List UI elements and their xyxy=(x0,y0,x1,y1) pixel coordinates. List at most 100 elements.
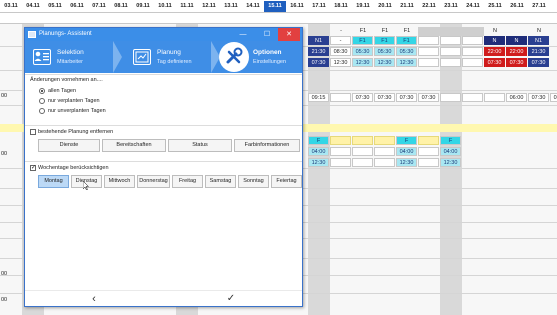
weekday-mittwoch[interactable]: Mittwoch xyxy=(104,175,135,188)
weekday-checkbox[interactable]: ✓ xyxy=(30,165,36,171)
date-header[interactable]: 23.11 xyxy=(440,1,462,12)
schedule-cell[interactable]: 07:30 xyxy=(528,93,549,102)
date-header[interactable]: 04.11 xyxy=(22,1,44,12)
date-header[interactable]: 24.11 xyxy=(462,1,484,12)
weekday-sonntag[interactable]: Sonntag xyxy=(238,175,269,188)
weekday-donnerstag[interactable]: Donnerstag xyxy=(137,175,170,188)
date-header[interactable]: 20.11 xyxy=(374,1,396,12)
weekday-feiertag[interactable]: Feiertag xyxy=(271,175,302,188)
schedule-cell[interactable]: F1 xyxy=(374,36,395,45)
radio-all-days-label[interactable]: allen Tagen xyxy=(48,88,76,94)
date-header[interactable]: 21.11 xyxy=(396,1,418,12)
date-header[interactable]: 07.11 xyxy=(88,1,110,12)
radio-unplanned-days[interactable] xyxy=(39,108,45,114)
schedule-cell[interactable]: 07:30 xyxy=(484,58,505,67)
date-header[interactable]: 13.11 xyxy=(220,1,242,12)
date-header[interactable]: 09.11 xyxy=(132,1,154,12)
radio-planned-days[interactable] xyxy=(39,98,45,104)
date-header[interactable]: 08.11 xyxy=(110,1,132,12)
schedule-cell[interactable] xyxy=(462,36,483,45)
date-header[interactable]: 19.11 xyxy=(352,1,374,12)
schedule-cell[interactable]: 07:30 xyxy=(352,93,373,102)
schedule-cell[interactable] xyxy=(352,136,373,145)
schedule-cell[interactable]: N xyxy=(506,36,527,45)
weekday-samstag[interactable]: Samstag xyxy=(205,175,236,188)
weekday-label[interactable]: Wochentage berücksichtigen xyxy=(38,165,109,171)
back-button[interactable]: ‹ xyxy=(87,292,101,306)
schedule-cell[interactable]: 07:30 xyxy=(308,58,329,67)
schedule-cell[interactable] xyxy=(462,58,483,67)
schedule-cell[interactable] xyxy=(484,93,505,102)
schedule-cell[interactable]: F1 xyxy=(396,36,417,45)
option-status[interactable]: Status xyxy=(168,139,232,152)
date-header[interactable]: 03.11 xyxy=(0,1,22,12)
remove-plan-checkbox[interactable] xyxy=(30,129,36,135)
schedule-cell[interactable]: N1 xyxy=(528,36,549,45)
schedule-cell[interactable] xyxy=(330,93,351,102)
schedule-cell[interactable]: 12:30 xyxy=(308,158,329,167)
date-header[interactable]: 06.11 xyxy=(66,1,88,12)
schedule-cell[interactable]: 05:30 xyxy=(352,47,373,56)
schedule-cell[interactable] xyxy=(418,158,439,167)
schedule-cell[interactable] xyxy=(418,147,439,156)
date-header[interactable]: 17.11 xyxy=(308,1,330,12)
option-dienste[interactable]: Dienste xyxy=(38,139,100,152)
date-header[interactable]: 10.11 xyxy=(154,1,176,12)
maximize-button[interactable]: ☐ xyxy=(256,28,278,41)
schedule-cell[interactable] xyxy=(462,93,483,102)
date-header[interactable]: 15.11 xyxy=(264,1,286,12)
radio-all-days[interactable] xyxy=(39,88,45,94)
schedule-cell[interactable]: 22:00 xyxy=(506,47,527,56)
schedule-cell[interactable]: F xyxy=(308,136,329,145)
schedule-cell[interactable]: 22:00 xyxy=(484,47,505,56)
schedule-cell[interactable]: 04:00 xyxy=(440,147,461,156)
step-planung[interactable]: Planung Tag definieren xyxy=(125,41,220,73)
option-farbinformationen[interactable]: Farbinformationen xyxy=(234,139,300,152)
schedule-cell[interactable]: 04:00 xyxy=(396,147,417,156)
option-bereitschaften[interactable]: Bereitschaften xyxy=(102,139,166,152)
schedule-cell[interactable] xyxy=(440,47,461,56)
schedule-cell[interactable] xyxy=(418,58,439,67)
schedule-cell[interactable] xyxy=(330,158,351,167)
schedule-cell[interactable] xyxy=(440,58,461,67)
schedule-cell[interactable] xyxy=(352,147,373,156)
schedule-cell[interactable]: 12:30 xyxy=(330,58,351,67)
date-header[interactable]: 18.11 xyxy=(330,1,352,12)
schedule-cell[interactable]: F xyxy=(440,136,461,145)
remove-plan-label[interactable]: bestehende Planung entfernen xyxy=(38,129,113,135)
weekday-montag[interactable]: Montag xyxy=(38,175,69,188)
schedule-cell[interactable]: 07:30 xyxy=(374,93,395,102)
schedule-cell[interactable]: 12:30 xyxy=(440,158,461,167)
date-header[interactable]: 05.11 xyxy=(44,1,66,12)
schedule-cell[interactable]: 05:30 xyxy=(396,47,417,56)
schedule-cell[interactable]: 21:30 xyxy=(528,47,549,56)
date-header[interactable]: 22.11 xyxy=(418,1,440,12)
date-header[interactable]: 11.11 xyxy=(176,1,198,12)
schedule-cell[interactable]: 06:00 xyxy=(506,93,527,102)
schedule-cell[interactable]: 12:30 xyxy=(374,58,395,67)
schedule-cell[interactable]: N1 xyxy=(308,36,329,45)
schedule-cell[interactable] xyxy=(440,36,461,45)
schedule-cell[interactable] xyxy=(418,136,439,145)
weekday-freitag[interactable]: Freitag xyxy=(172,175,203,188)
schedule-cell[interactable]: F xyxy=(396,136,417,145)
schedule-cell[interactable] xyxy=(330,136,351,145)
schedule-cell[interactable]: 12:30 xyxy=(352,58,373,67)
dialog-titlebar[interactable]: Planungs- Assistent — ☐ ✕ xyxy=(25,28,302,41)
schedule-cell[interactable]: 04:00 xyxy=(308,147,329,156)
schedule-cell[interactable] xyxy=(440,93,461,102)
close-button[interactable]: ✕ xyxy=(278,28,300,41)
confirm-button[interactable]: ✓ xyxy=(224,292,238,306)
schedule-cell[interactable] xyxy=(352,158,373,167)
schedule-cell[interactable]: 09:15 xyxy=(308,93,329,102)
schedule-cell[interactable]: 07:30 xyxy=(528,58,549,67)
schedule-cell[interactable] xyxy=(374,136,395,145)
schedule-cell[interactable]: N xyxy=(484,36,505,45)
schedule-cell[interactable] xyxy=(418,36,439,45)
schedule-cell[interactable]: 07:30 xyxy=(396,93,417,102)
schedule-cell[interactable] xyxy=(374,147,395,156)
schedule-cell[interactable]: 21:30 xyxy=(308,47,329,56)
schedule-cell[interactable]: 07:30 xyxy=(418,93,439,102)
schedule-cell[interactable]: 05:30 xyxy=(374,47,395,56)
schedule-cell[interactable] xyxy=(330,147,351,156)
